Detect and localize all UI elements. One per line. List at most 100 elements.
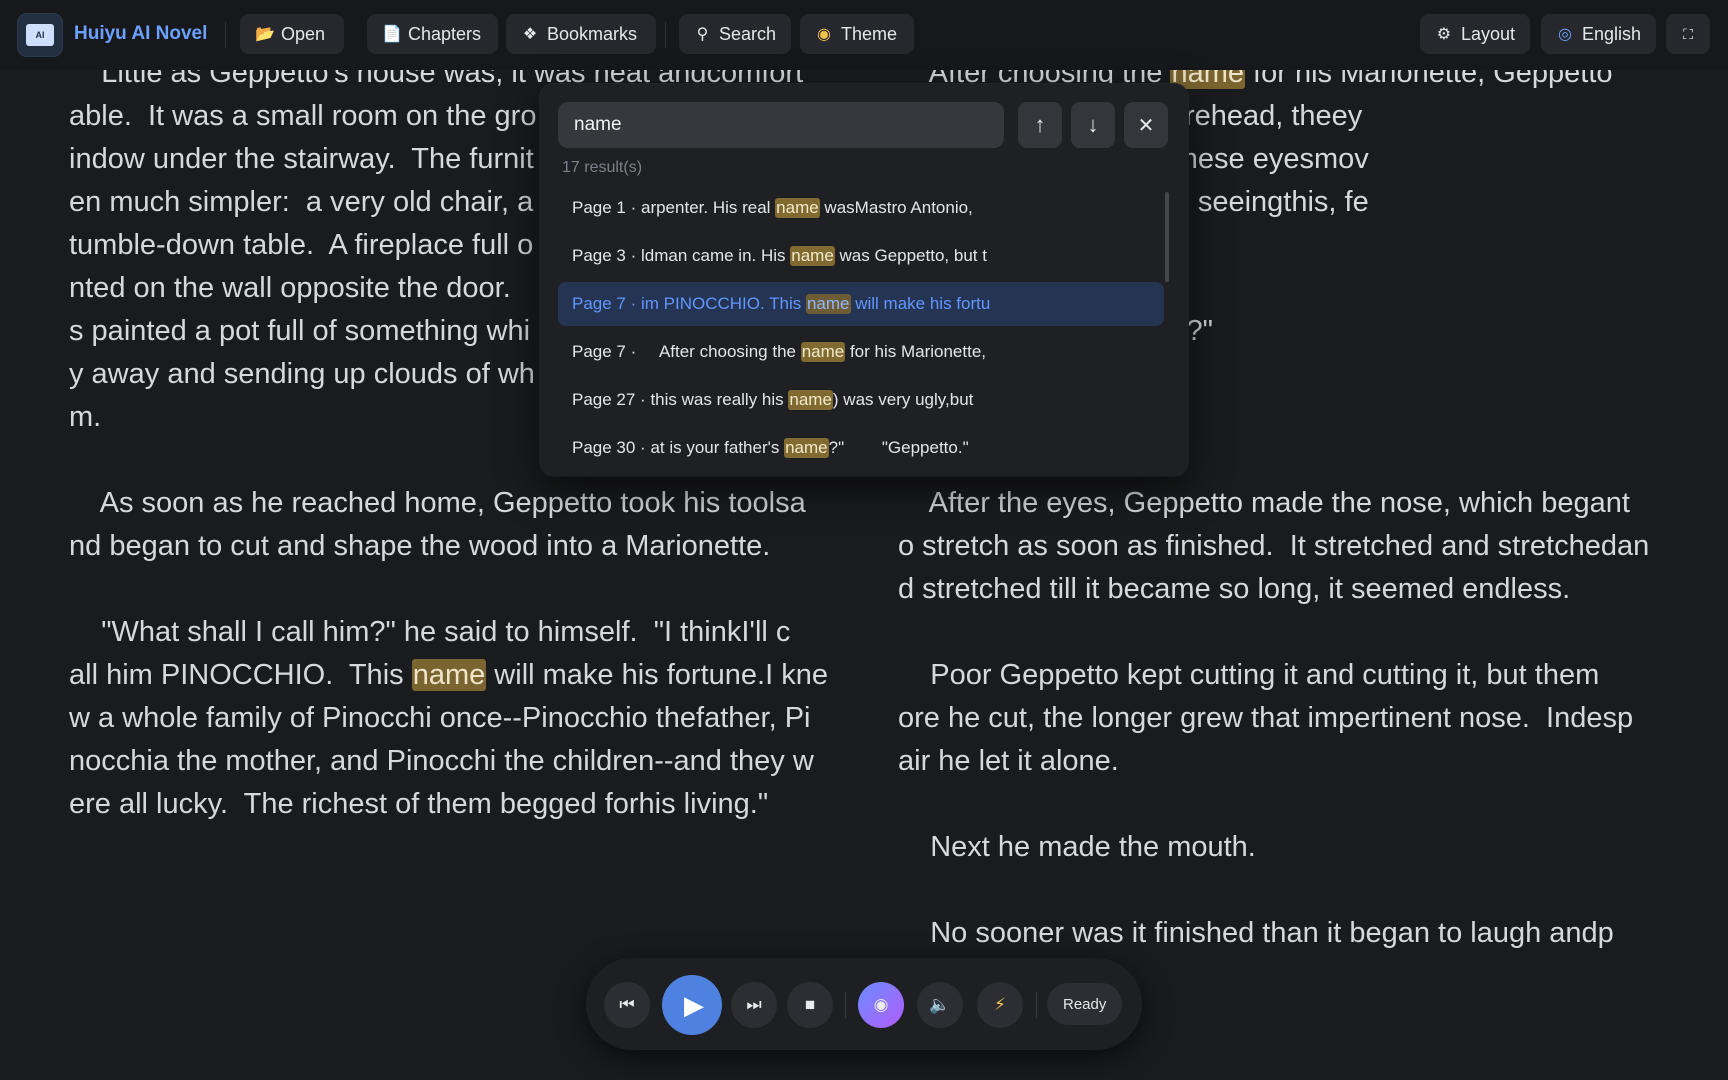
language-select[interactable]: ◎ English (1541, 14, 1656, 54)
text-line: o stretch as soon as finished. It stretc… (898, 525, 1668, 568)
result-match: name (805, 294, 851, 314)
result-text: ?" "Geppetto." (828, 438, 969, 457)
volume-icon: 🔈 (929, 995, 951, 1014)
fullscreen-button[interactable]: ⛶ (1666, 14, 1710, 54)
folder-icon: 📂 (255, 26, 275, 43)
text-segment: Poor Geppetto kept cutting it and cuttin… (898, 659, 1600, 691)
voice-icon: ◉ (873, 995, 889, 1014)
text-segment: ere all lucky. The richest of them begge… (69, 788, 769, 820)
text-segment: able. It was a small room on the gro (69, 100, 537, 132)
play-button[interactable]: ▶ (662, 975, 722, 1035)
volume-button[interactable]: 🔈 (917, 982, 963, 1028)
layout-button[interactable]: ⚙ Layout (1420, 14, 1530, 54)
bookmarks-button[interactable]: ❖ Bookmarks (506, 14, 656, 54)
theme-button[interactable]: ◉ Theme (800, 14, 914, 54)
result-text: Page 7 · im PINOCCHIO. This (572, 294, 806, 313)
audio-player: ⏮ ▶ ⏭ ■ ◉ 🔈 ⚡ Ready (586, 958, 1142, 1050)
text-line (898, 869, 1668, 912)
text-line: No sooner was it finished than it began … (898, 912, 1668, 955)
palette-icon: ◉ (817, 26, 831, 43)
gear-icon: ⚙ (1436, 26, 1452, 43)
search-result-item[interactable]: Page 3 · ldman came in. His name was Gep… (558, 234, 1164, 278)
next-button[interactable]: ⏭ (731, 982, 777, 1028)
play-icon: ▶ (684, 989, 704, 1020)
open-button[interactable]: 📂 Open (240, 14, 344, 54)
text-segment: nted on the wall opposite the door. (69, 272, 511, 304)
text-line: nd began to cut and shape the wood into … (69, 525, 839, 568)
skip-previous-icon: ⏮ (619, 995, 635, 1014)
status-badge: Ready (1047, 983, 1123, 1025)
player-divider (1036, 992, 1037, 1018)
bookmark-icon: ❖ (522, 26, 538, 43)
skip-next-icon: ⏭ (746, 995, 762, 1014)
book-icon: AI (26, 24, 54, 46)
arrow-up-icon: ↑ (1034, 112, 1046, 137)
text-line: all him PINOCCHIO. This name will make h… (69, 654, 839, 697)
text-segment: No sooner was it finished than it began … (898, 917, 1614, 949)
result-text: wasMastro Antonio, (819, 198, 973, 217)
speed-button[interactable]: ⚡ (977, 982, 1023, 1028)
text-segment: Next he made the mouth. (898, 831, 1256, 863)
results-scrollbar[interactable] (1165, 192, 1169, 282)
search-icon: ⚲ (696, 26, 709, 43)
globe-icon: ◎ (1557, 26, 1572, 43)
search-result-item[interactable]: Page 7 · After choosing the name for his… (558, 330, 1164, 374)
result-match: name (790, 246, 835, 266)
text-segment: d stretched till it became so long, it s… (898, 573, 1571, 605)
stop-button[interactable]: ■ (787, 982, 833, 1028)
result-text: Page 30 · at is your father's (572, 438, 785, 457)
voice-button[interactable]: ◉ (858, 982, 904, 1028)
text-segment: will make his fortune.I kne (486, 659, 828, 691)
text-segment: w a whole family of Pinocchi once--Pinoc… (69, 702, 811, 734)
search-highlight: name (411, 659, 487, 691)
result-text: Page 3 · ldman came in. His (572, 246, 791, 265)
text-line: ore he cut, the longer grew that imperti… (898, 697, 1668, 740)
text-line: "What shall I call him?" he said to hims… (69, 611, 839, 654)
search-result-item[interactable]: Page 1 · arpenter. His real name wasMast… (558, 186, 1164, 230)
result-text: Page 1 · arpenter. His real (572, 198, 776, 217)
close-search-button[interactable]: ✕ (1124, 102, 1168, 148)
search-button[interactable]: ⚲ Search (679, 14, 791, 54)
text-segment: all him PINOCCHIO. This (69, 659, 412, 691)
text-line: nocchia the mother, and Pinocchi the chi… (69, 740, 839, 783)
search-panel: ↑ ↓ ✕ 17 result(s) Page 1 · arpenter. Hi… (540, 84, 1188, 476)
toolbar-divider (665, 22, 666, 48)
next-result-button[interactable]: ↓ (1071, 102, 1115, 148)
text-line: d stretched till it became so long, it s… (898, 568, 1668, 611)
app-title: Huiyu AI Novel (74, 23, 208, 44)
fullscreen-icon: ⛶ (1683, 25, 1693, 42)
search-input[interactable] (558, 102, 1004, 148)
result-text: Page 27 · this was really his (572, 390, 789, 409)
previous-button[interactable]: ⏮ (604, 982, 650, 1028)
player-divider (845, 992, 846, 1018)
text-line (898, 611, 1668, 654)
close-icon: ✕ (1137, 114, 1155, 137)
document-icon: 📄 (382, 26, 402, 43)
text-segment: s painted a pot full of something whi (69, 315, 531, 347)
result-match: name (788, 390, 833, 410)
result-count: 17 result(s) (562, 159, 643, 176)
result-text: for his Marionette, (845, 342, 987, 361)
text-line: ere all lucky. The richest of them begge… (69, 783, 839, 826)
result-text: Page 7 · After choosing the (572, 342, 801, 361)
text-line: air he let it alone. (898, 740, 1668, 783)
text-line (898, 783, 1668, 826)
previous-result-button[interactable]: ↑ (1018, 102, 1062, 148)
result-text: ) was very ugly,but (832, 390, 974, 409)
text-segment: ore he cut, the longer grew that imperti… (898, 702, 1634, 734)
text-segment: o stretch as soon as finished. It stretc… (898, 530, 1650, 562)
result-text: was Geppetto, but t (834, 246, 987, 265)
result-text: will make his fortu (850, 294, 991, 313)
chapters-button[interactable]: 📄 Chapters (367, 14, 498, 54)
text-segment: As soon as he reached home, Geppetto too… (69, 487, 806, 519)
search-result-item[interactable]: Page 30 · at is your father's name ?" "Ge… (558, 426, 1164, 470)
lightning-icon: ⚡ (994, 995, 1006, 1014)
text-segment: tumble-down table. A fireplace full o (69, 229, 534, 261)
text-segment: nd began to cut and shape the wood into … (69, 530, 771, 562)
text-segment: m. (69, 401, 102, 433)
search-result-item[interactable]: Page 27 · this was really his name) was … (558, 378, 1164, 422)
result-match: name (775, 198, 820, 218)
text-segment: air he let it alone. (898, 745, 1119, 777)
search-result-item[interactable]: Page 7 · im PINOCCHIO. This name will ma… (558, 282, 1164, 326)
text-segment: indow under the stairway. The furnit (69, 143, 534, 175)
